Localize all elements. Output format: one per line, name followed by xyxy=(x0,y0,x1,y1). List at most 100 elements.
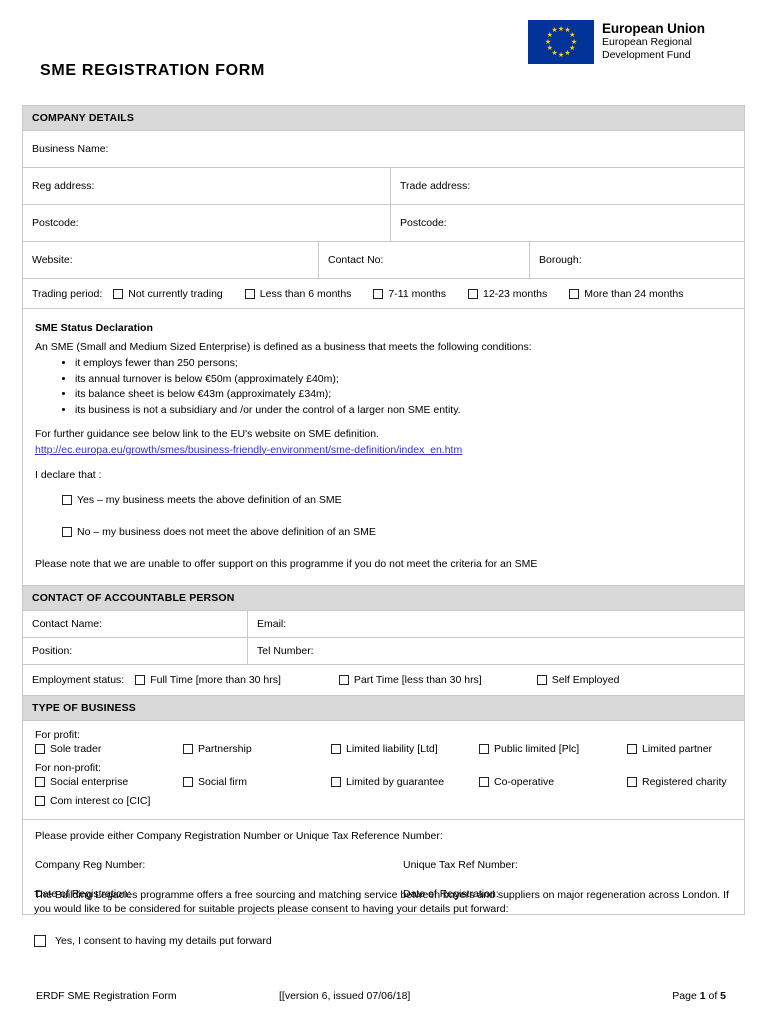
checkbox-label: 7-11 months xyxy=(388,287,447,300)
unique-tax-ref-field[interactable]: Unique Tax Ref Number: xyxy=(403,859,518,871)
checkbox-label: Co-operative xyxy=(494,775,555,788)
checkbox-more-than-24-months[interactable]: More than 24 months xyxy=(569,288,683,300)
for-profit-options: Sole trader Partnership Limited liabilit… xyxy=(35,743,732,755)
checkbox-icon[interactable] xyxy=(183,776,193,787)
checkbox-social-firm[interactable]: Social firm xyxy=(183,776,331,788)
checkbox-icon[interactable] xyxy=(479,743,489,754)
position-label: Position: xyxy=(32,644,73,657)
checkbox-icon[interactable] xyxy=(338,674,349,685)
checkbox-icon[interactable] xyxy=(35,795,45,806)
checkbox-icon[interactable] xyxy=(331,743,341,754)
trading-period-group: Trading period: Not currently trading Le… xyxy=(23,279,744,308)
eu-star-icon: ★ xyxy=(564,49,571,57)
checkbox-icon[interactable] xyxy=(113,288,124,299)
postcode-right-field[interactable]: Postcode: xyxy=(391,205,744,241)
checkbox-limited-partner[interactable]: Limited partner xyxy=(627,743,770,755)
checkbox-icon[interactable] xyxy=(331,776,341,787)
tel-number-field[interactable]: Tel Number: xyxy=(248,638,744,664)
reg-address-label: Reg address: xyxy=(32,180,95,192)
type-of-business-block: For profit: Sole trader Partnership Limi… xyxy=(23,721,744,819)
footer-form-name: ERDF SME Registration Form xyxy=(36,990,177,1002)
position-field[interactable]: Position: xyxy=(23,637,248,664)
checkbox-icon[interactable] xyxy=(373,288,384,299)
checkbox-sole-trader[interactable]: Sole trader xyxy=(35,743,183,755)
checkbox-co-operative[interactable]: Co-operative xyxy=(479,776,627,788)
checkbox-icon[interactable] xyxy=(34,935,46,947)
form-page: ★ ★ ★ ★ ★ ★ ★ ★ ★ ★ ★ ★ European Union European Reg… xyxy=(0,0,770,1024)
company-reg-number-field[interactable]: Company Reg Number: xyxy=(35,859,403,871)
checkbox-icon[interactable] xyxy=(62,494,72,505)
table-row-type-of-business: For profit: Sole trader Partnership Limi… xyxy=(23,721,744,820)
footer-version: [[version 6, issued 07/06/18] xyxy=(279,990,411,1002)
checkbox-label: Registered charity xyxy=(642,775,727,788)
checkbox-registered-charity[interactable]: Registered charity xyxy=(627,776,770,788)
list-item: it employs fewer than 250 persons; xyxy=(75,356,732,370)
checkbox-icon[interactable] xyxy=(468,288,479,299)
checkbox-full-time[interactable]: Full Time [more than 30 hrs] xyxy=(135,674,281,686)
checkbox-partnership[interactable]: Partnership xyxy=(183,743,331,755)
reg-address-field[interactable]: Reg address: xyxy=(23,168,391,204)
sme-definition-link[interactable]: http://ec.europa.eu/growth/smes/business… xyxy=(35,444,462,456)
footer-page-number: Page 1 of 5 xyxy=(529,990,736,1002)
checkbox-icon[interactable] xyxy=(244,288,255,299)
checkbox-icon[interactable] xyxy=(62,526,72,537)
checkbox-community-interest-company[interactable]: Com interest co [CIC] xyxy=(35,795,150,807)
checkbox-social-enterprise[interactable]: Social enterprise xyxy=(35,776,183,788)
eu-logo-text: European Union European Regional Develop… xyxy=(602,20,705,62)
checkbox-part-time[interactable]: Part Time [less than 30 hrs] xyxy=(338,673,482,686)
checkbox-declaration-yes[interactable]: Yes – my business meets the above defini… xyxy=(62,493,342,507)
checkbox-7-11-months[interactable]: 7-11 months xyxy=(373,288,446,300)
checkbox-icon[interactable] xyxy=(35,743,45,754)
borough-label: Borough: xyxy=(539,254,582,266)
list-item: its business is not a subsidiary and /or… xyxy=(75,403,732,417)
contact-no-field[interactable]: Contact No: xyxy=(319,242,530,278)
business-name-field[interactable]: Business Name: xyxy=(23,131,744,167)
checkbox-icon[interactable] xyxy=(627,743,637,754)
eu-title: European Union xyxy=(602,21,705,36)
provide-either-text: Please provide either Company Registrati… xyxy=(35,829,443,842)
postcode-left-field[interactable]: Postcode: xyxy=(23,205,391,241)
for-non-profit-label: For non-profit: xyxy=(35,761,101,774)
checkbox-label: Limited liability [Ltd] xyxy=(346,742,438,755)
section-header-contact-person: CONTACT OF ACCOUNTABLE PERSON xyxy=(23,585,744,611)
checkbox-icon[interactable] xyxy=(35,776,45,787)
checkbox-12-23-months[interactable]: 12-23 months xyxy=(468,288,547,300)
page-title: SME REGISTRATION FORM xyxy=(40,62,266,79)
checkbox-icon[interactable] xyxy=(479,776,489,787)
consent-paragraph: The Building Legacies programme offers a… xyxy=(34,889,729,915)
checkbox-consent[interactable]: Yes, I consent to having my details put … xyxy=(34,934,272,948)
checkbox-label: Part Time [less than 30 hrs] xyxy=(353,673,482,686)
checkbox-icon[interactable] xyxy=(569,288,580,299)
employment-status-label: Employment status: xyxy=(32,673,125,686)
borough-field[interactable]: Borough: xyxy=(530,242,744,278)
checkbox-declaration-no[interactable]: No – my business does not meet the above… xyxy=(62,525,376,539)
unique-tax-ref-label: Unique Tax Ref Number: xyxy=(403,858,518,871)
eu-subtitle-line1: European Regional xyxy=(602,36,692,48)
trade-address-label: Trade address: xyxy=(400,180,471,192)
checkbox-icon[interactable] xyxy=(135,674,146,685)
email-label: Email: xyxy=(257,617,287,630)
checkbox-label: Public limited [Plc] xyxy=(494,742,580,755)
checkbox-limited-by-guarantee[interactable]: Limited by guarantee xyxy=(331,776,479,788)
checkbox-icon[interactable] xyxy=(183,743,193,754)
checkbox-limited-liability[interactable]: Limited liability [Ltd] xyxy=(331,743,479,755)
company-reg-number-label: Company Reg Number: xyxy=(35,858,146,871)
table-row-position-tel: Position: Tel Number: xyxy=(23,637,744,665)
trade-address-field[interactable]: Trade address: xyxy=(391,168,744,204)
checkbox-label: 12-23 months xyxy=(483,287,548,300)
table-row-sme-declaration: SME Status Declaration An SME (Small and… xyxy=(23,309,744,586)
website-field[interactable]: Website: xyxy=(23,242,319,278)
contact-name-field[interactable]: Contact Name: xyxy=(23,610,248,637)
email-field[interactable]: Email: xyxy=(248,611,744,637)
checkbox-not-currently-trading[interactable]: Not currently trading xyxy=(113,288,223,300)
checkbox-icon[interactable] xyxy=(536,674,547,685)
eu-star-icon: ★ xyxy=(546,45,553,52)
table-row-contact-name-email: Contact Name: Email: xyxy=(23,610,744,638)
checkbox-icon[interactable] xyxy=(627,776,637,787)
checkbox-label: More than 24 months xyxy=(584,287,684,300)
business-name-label: Business Name: xyxy=(32,143,109,155)
checkbox-self-employed[interactable]: Self Employed xyxy=(536,674,619,686)
checkbox-label: Yes – my business meets the above defini… xyxy=(77,493,342,506)
checkbox-less-than-6-months[interactable]: Less than 6 months xyxy=(244,288,351,300)
checkbox-public-limited[interactable]: Public limited [Plc] xyxy=(479,743,627,755)
